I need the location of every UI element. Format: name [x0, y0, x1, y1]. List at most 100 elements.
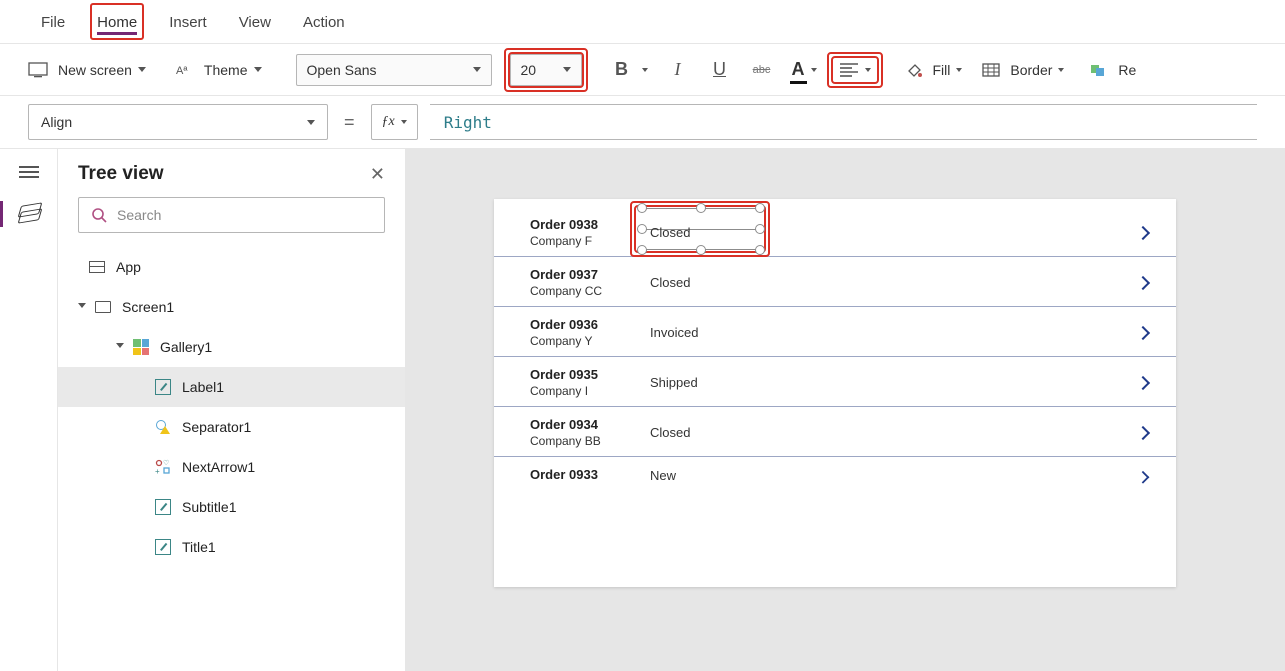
tab-view[interactable]: View	[233, 4, 277, 39]
next-arrow[interactable]	[1138, 471, 1160, 481]
chevron-down-icon	[1058, 68, 1064, 72]
tree-list: App Screen1 Gallery1 Label1 Separator1	[58, 243, 405, 571]
tab-file[interactable]: File	[35, 4, 71, 39]
fill-button[interactable]: Fill	[931, 58, 965, 82]
canvas[interactable]: Order 0938 Company F Closed	[406, 149, 1285, 671]
close-icon[interactable]: ✕	[370, 164, 385, 185]
theme-button[interactable]: Theme	[202, 58, 264, 82]
font-name-select[interactable]: Open Sans	[296, 54, 492, 86]
chevron-down-icon	[956, 68, 962, 72]
chevron-down-icon	[642, 68, 648, 72]
search-icon	[91, 207, 107, 223]
new-screen-button[interactable]: New screen	[56, 58, 148, 82]
tree-item-label1[interactable]: Label1	[58, 367, 405, 407]
tree-item-label: Gallery1	[160, 339, 212, 355]
chevron-right-icon	[1136, 275, 1150, 289]
align-icon	[839, 62, 859, 78]
tree-search-input[interactable]: Search	[78, 197, 385, 233]
chevron-down-icon	[401, 120, 407, 124]
order-status[interactable]: Closed	[650, 225, 690, 240]
chevron-down-icon	[138, 67, 146, 72]
property-select[interactable]: Align	[28, 104, 328, 140]
chevron-right-icon	[1136, 325, 1150, 339]
tree-item-nextarrow[interactable]: ♡+ NextArrow1	[58, 447, 405, 487]
gallery-row[interactable]: Order 0935 Company I Shipped	[494, 357, 1176, 407]
tree-item-screen[interactable]: Screen1	[58, 287, 405, 327]
order-status: Closed	[650, 275, 830, 290]
label-icon	[154, 378, 172, 396]
order-title: Order 0937	[530, 267, 650, 282]
italic-button[interactable]: I	[664, 56, 692, 84]
order-title: Order 0935	[530, 367, 650, 382]
order-status: Closed	[650, 425, 830, 440]
chevron-right-icon	[1136, 225, 1150, 239]
tab-insert[interactable]: Insert	[163, 4, 213, 39]
tree-item-separator[interactable]: Separator1	[58, 407, 405, 447]
next-arrow[interactable]	[1138, 378, 1160, 388]
tree-item-label: NextArrow1	[182, 459, 255, 475]
font-color-label: A	[792, 59, 805, 79]
next-arrow[interactable]	[1138, 328, 1160, 338]
order-title: Order 0933	[530, 467, 650, 482]
label-icon	[154, 498, 172, 516]
order-subtitle: Company CC	[530, 284, 650, 298]
tree-view-title: Tree view	[78, 163, 164, 185]
order-subtitle: Company F	[530, 234, 650, 248]
chevron-down-icon	[473, 67, 481, 72]
gallery-icon	[132, 338, 150, 356]
property-value: Align	[41, 114, 72, 130]
reorder-button[interactable]: Re	[1116, 58, 1138, 82]
expand-icon[interactable]	[116, 343, 124, 352]
fx-label: ƒx	[382, 114, 395, 130]
order-subtitle: Company BB	[530, 434, 650, 448]
gallery-row[interactable]: Order 0936 Company Y Invoiced	[494, 307, 1176, 357]
fx-button[interactable]: ƒx	[371, 104, 418, 140]
font-color-button[interactable]: A	[790, 55, 819, 84]
gallery-row[interactable]: Order 0937 Company CC Closed	[494, 257, 1176, 307]
strikethrough-button[interactable]: abc	[748, 56, 776, 84]
tree-item-gallery[interactable]: Gallery1	[58, 327, 405, 367]
order-status: Shipped	[650, 375, 830, 390]
left-rail	[0, 149, 58, 671]
chevron-down-icon	[307, 120, 315, 125]
border-icon	[982, 63, 1000, 77]
tree-item-label: App	[116, 259, 141, 275]
tree-item-title[interactable]: Title1	[58, 527, 405, 567]
tree-item-subtitle[interactable]: Subtitle1	[58, 487, 405, 527]
formula-input[interactable]: Right	[430, 104, 1257, 140]
next-arrow[interactable]	[1138, 228, 1160, 238]
svg-text:+: +	[155, 467, 160, 475]
font-size-select[interactable]: 20	[510, 54, 582, 86]
tab-home[interactable]: Home	[91, 4, 143, 39]
border-button[interactable]: Border	[1008, 58, 1066, 82]
tree-item-app[interactable]: App	[58, 247, 405, 287]
bold-button[interactable]: B	[606, 52, 650, 88]
tree-view-icon[interactable]	[18, 201, 40, 223]
menu-tabs: File Home Insert View Action	[0, 0, 1285, 44]
hamburger-icon[interactable]	[17, 163, 41, 181]
chevron-down-icon	[865, 68, 871, 72]
separator-icon	[154, 418, 172, 436]
chevron-down-icon	[811, 68, 817, 72]
order-subtitle: Company Y	[530, 334, 650, 348]
next-arrow[interactable]	[1138, 278, 1160, 288]
order-status: Invoiced	[650, 325, 830, 340]
underline-button[interactable]: U	[706, 56, 734, 84]
gallery-row[interactable]: Order 0933 New	[494, 457, 1176, 492]
font-color-swatch	[790, 81, 807, 84]
svg-text:Aª: Aª	[176, 65, 188, 77]
formula-value: Right	[444, 113, 492, 132]
tab-action[interactable]: Action	[297, 4, 351, 39]
chevron-down-icon	[254, 67, 262, 72]
expand-icon[interactable]	[78, 303, 86, 312]
theme-label: Theme	[204, 62, 248, 78]
text-align-button[interactable]	[833, 58, 877, 82]
fill-label: Fill	[933, 62, 951, 78]
app-icon	[88, 258, 106, 276]
next-arrow[interactable]	[1138, 428, 1160, 438]
gallery-row[interactable]: Order 0934 Company BB Closed	[494, 407, 1176, 457]
gallery-row[interactable]: Order 0938 Company F Closed	[494, 199, 1176, 257]
label-icon	[154, 538, 172, 556]
chevron-right-icon	[1136, 375, 1150, 389]
main-area: Tree view ✕ Search App Screen1 Gallery1	[0, 148, 1285, 671]
